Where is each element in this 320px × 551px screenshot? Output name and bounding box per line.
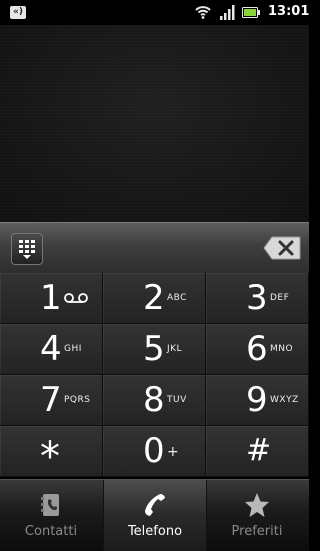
key-letters: WXYZ	[270, 395, 299, 405]
dialpad-icon	[19, 240, 35, 259]
key-digit: 6	[246, 329, 268, 369]
key-digit: 8	[143, 380, 165, 420]
key-letters: +	[167, 444, 180, 460]
key-digit: #	[246, 433, 272, 468]
key-3[interactable]: 3 DEF	[206, 273, 309, 324]
dial-keypad: 1 2 ABC 3 DEF 4 GHI 5 JKL 6 MNO 7 PQRS 8…	[0, 273, 309, 480]
status-bar: «) 13:01	[0, 0, 309, 25]
key-2[interactable]: 2 ABC	[103, 273, 206, 324]
signal-strength-icon	[220, 5, 235, 20]
status-clock: 13:01	[268, 4, 310, 19]
star-icon	[245, 493, 269, 517]
key-1[interactable]: 1	[0, 273, 103, 324]
key-9[interactable]: 9 WXYZ	[206, 375, 309, 426]
key-letters: MNO	[270, 344, 294, 354]
key-letters: PQRS	[64, 395, 91, 405]
key-digit: *	[40, 434, 60, 480]
dialpad-toggle-button[interactable]	[11, 233, 43, 265]
key-4[interactable]: 4 GHI	[0, 324, 103, 375]
key-star[interactable]: *	[0, 426, 103, 480]
key-0[interactable]: 0 +	[103, 426, 206, 477]
key-letters: TUV	[167, 395, 187, 405]
key-letters: JKL	[167, 344, 183, 354]
key-5[interactable]: 5 JKL	[103, 324, 206, 375]
contacts-icon	[41, 494, 59, 516]
notification-icon[interactable]: «)	[10, 6, 26, 19]
key-digit: 5	[143, 329, 165, 369]
tab-label: Preferiti	[231, 524, 283, 539]
backspace-button[interactable]	[263, 236, 301, 260]
wifi-icon	[195, 6, 211, 19]
dial-input-bar	[0, 222, 309, 274]
key-digit: 1	[40, 278, 62, 318]
key-digit: 2	[143, 278, 165, 318]
voicemail-icon	[64, 293, 88, 303]
key-digit: 3	[246, 278, 268, 318]
key-letters: DEF	[270, 293, 290, 303]
number-display	[0, 25, 309, 222]
key-digit: 0	[143, 431, 165, 471]
battery-icon	[242, 7, 260, 18]
key-letters: ABC	[167, 293, 187, 303]
tab-preferiti[interactable]: Preferiti	[206, 480, 308, 551]
tab-label: Telefono	[127, 524, 183, 539]
key-6[interactable]: 6 MNO	[206, 324, 309, 375]
key-8[interactable]: 8 TUV	[103, 375, 206, 426]
key-digit: 4	[40, 329, 62, 369]
key-hash[interactable]: #	[206, 426, 309, 477]
key-digit: 7	[40, 380, 62, 420]
tab-label: Contatti	[24, 524, 78, 539]
tab-contatti[interactable]: Contatti	[0, 480, 102, 551]
key-digit: 9	[246, 380, 268, 420]
tab-telefono[interactable]: Telefono	[103, 480, 207, 551]
key-letters: GHI	[64, 344, 82, 354]
phone-handset-icon	[145, 494, 165, 516]
key-7[interactable]: 7 PQRS	[0, 375, 103, 426]
bottom-tab-bar: Contatti Telefono Preferiti	[0, 479, 309, 551]
